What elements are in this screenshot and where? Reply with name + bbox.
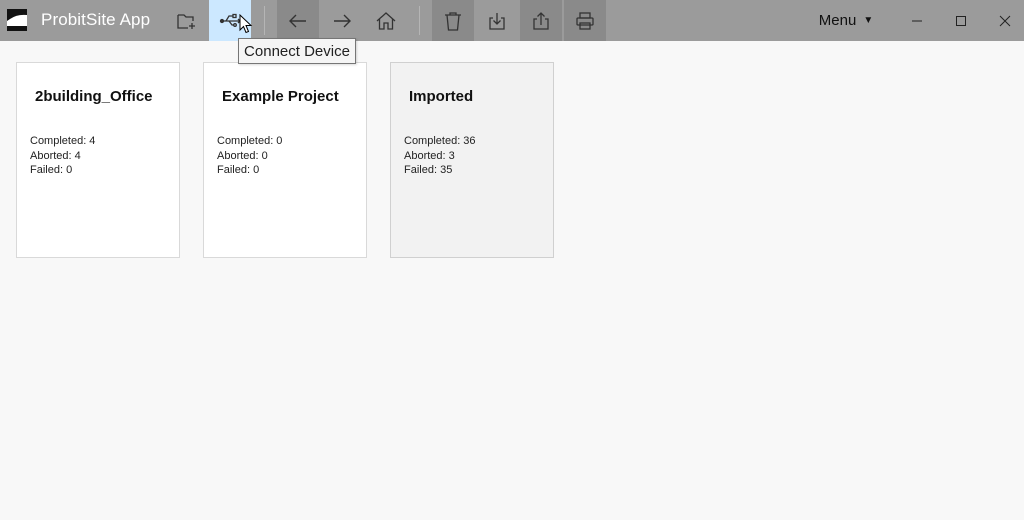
toolbar-separator: [264, 6, 265, 35]
folder-plus-icon: [177, 13, 195, 29]
project-card[interactable]: 2building_Office Completed: 4 Aborted: 4…: [16, 62, 180, 258]
close-icon: [999, 15, 1011, 26]
completed-count: Completed: 36: [404, 135, 476, 147]
aborted-count: Aborted: 3: [404, 149, 455, 162]
forward-button[interactable]: [321, 0, 363, 41]
title-bar: ProbitSite App Menu ▼: [0, 0, 1024, 41]
failed-count: Failed: 35: [404, 164, 453, 176]
minimize-icon: [912, 20, 922, 21]
mouse-cursor-icon: [239, 14, 253, 34]
usb-icon: [219, 13, 241, 27]
project-stats: Completed: 4 Aborted: 4 Failed: 0: [30, 134, 95, 178]
project-stats: Completed: 0 Aborted: 0 Failed: 0: [217, 134, 282, 178]
aborted-count: Aborted: 4: [30, 149, 81, 162]
share-button[interactable]: [520, 0, 562, 41]
print-button[interactable]: [564, 0, 606, 41]
toolbar-separator: [419, 6, 420, 35]
new-folder-button[interactable]: [166, 0, 208, 41]
failed-count: Failed: 0: [30, 164, 73, 176]
failed-count: Failed: 0: [217, 164, 260, 176]
project-title: Imported: [409, 88, 474, 105]
project-stats: Completed: 36 Aborted: 3 Failed: 35: [404, 134, 476, 178]
close-button[interactable]: [982, 0, 1024, 41]
app-title: ProbitSite App: [41, 10, 151, 29]
caret-down-icon: ▼: [863, 15, 874, 26]
trash-icon: [445, 11, 461, 31]
app-logo-icon: [7, 9, 27, 31]
completed-count: Completed: 0: [217, 135, 283, 147]
home-icon: [376, 11, 396, 30]
aborted-count: Aborted: 0: [217, 149, 268, 162]
share-icon: [533, 11, 549, 30]
delete-button[interactable]: [432, 0, 474, 41]
menu-button[interactable]: Menu ▼: [808, 0, 884, 41]
project-title: Example Project: [222, 88, 339, 105]
printer-icon: [576, 11, 594, 30]
completed-count: Completed: 4: [30, 135, 96, 147]
project-title: 2building_Office: [35, 88, 153, 105]
back-button[interactable]: [277, 0, 319, 41]
arrow-right-icon: [334, 14, 351, 27]
minimize-button[interactable]: [894, 0, 940, 41]
project-card[interactable]: Imported Completed: 36 Aborted: 3 Failed…: [390, 62, 554, 258]
menu-label: Menu: [818, 12, 857, 29]
project-card[interactable]: Example Project Completed: 0 Aborted: 0 …: [203, 62, 367, 258]
tooltip: Connect Device: [238, 38, 356, 64]
maximize-button[interactable]: [938, 0, 984, 41]
download-button[interactable]: [476, 0, 518, 41]
maximize-icon: [956, 15, 966, 26]
arrow-left-icon: [289, 14, 306, 27]
download-icon: [489, 12, 505, 30]
home-button[interactable]: [365, 0, 407, 41]
